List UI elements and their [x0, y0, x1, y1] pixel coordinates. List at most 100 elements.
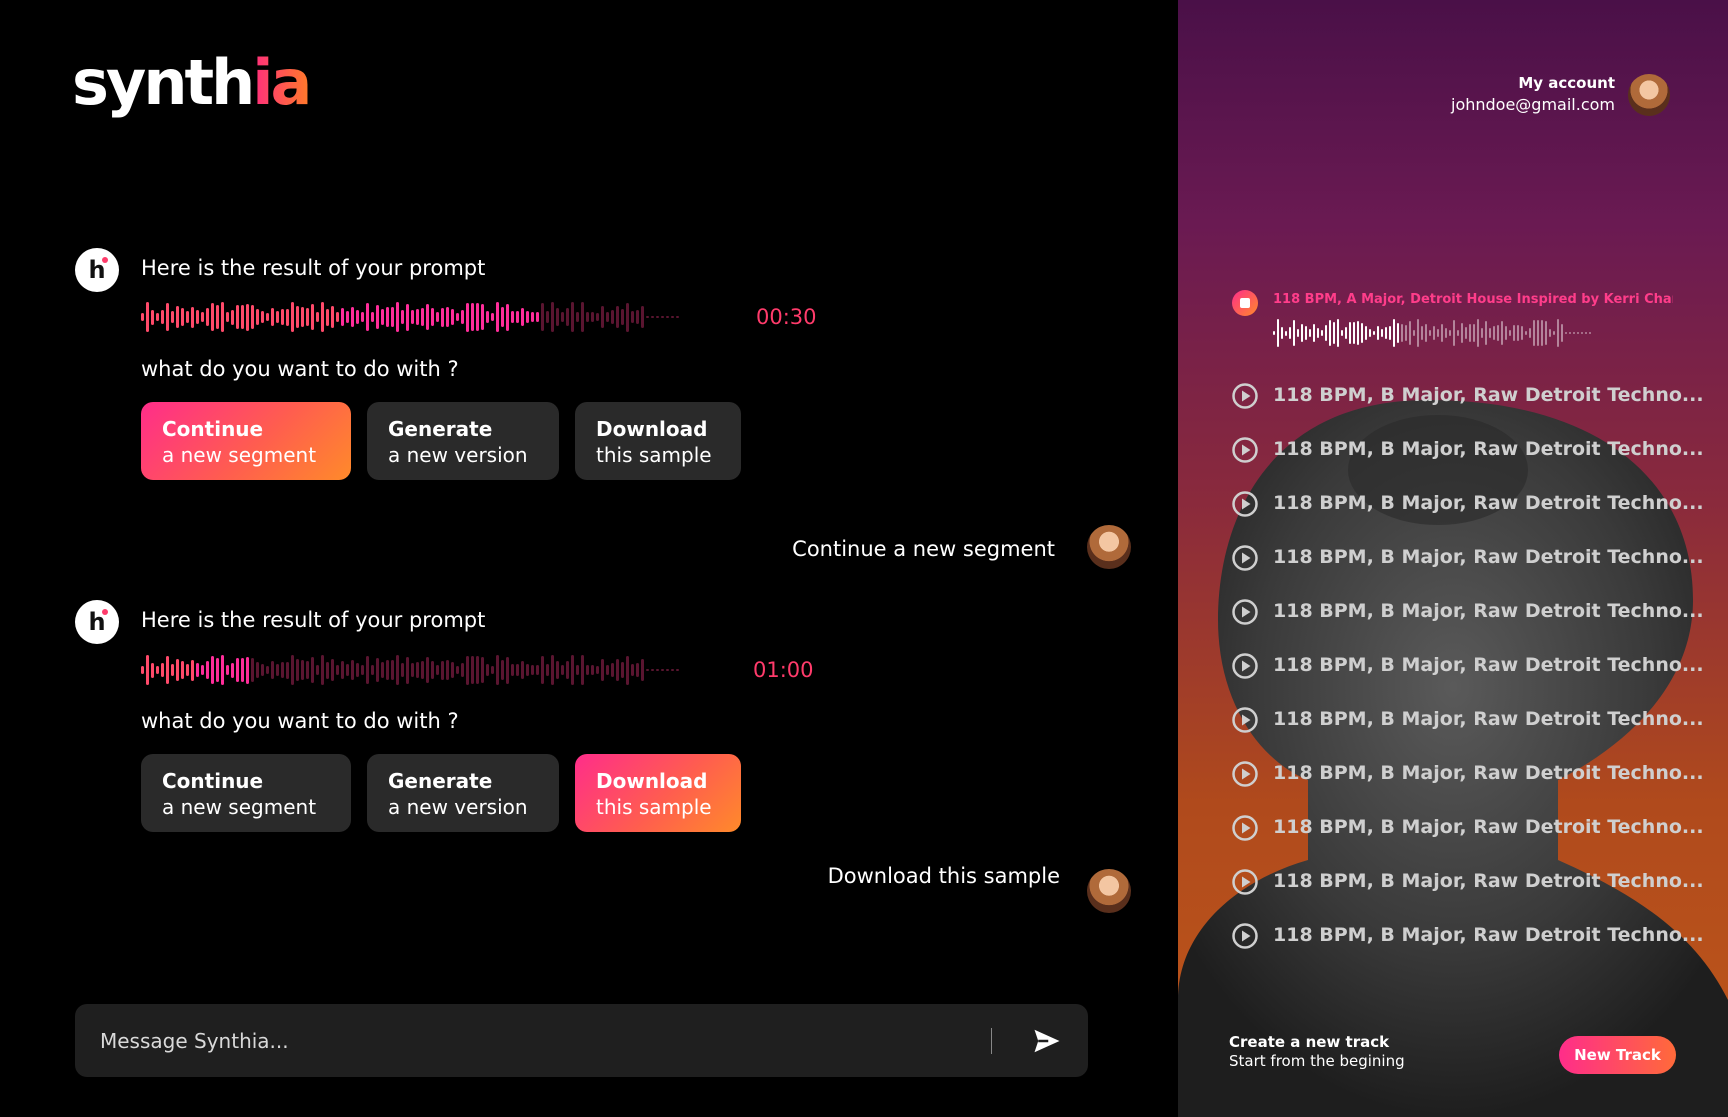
account-avatar[interactable] — [1628, 74, 1670, 116]
waveform-bar — [426, 304, 429, 330]
play-icon[interactable] — [1232, 761, 1258, 787]
track-item[interactable]: 118 BPM, B Major, Raw Detroit Techno... — [1232, 652, 1704, 680]
waveform-bar — [1293, 319, 1295, 347]
waveform-bar — [451, 308, 454, 326]
send-icon[interactable] — [1032, 1026, 1062, 1056]
waveform-bar — [366, 302, 369, 332]
waveform-bar — [541, 656, 544, 684]
track-name: 118 BPM, B Major, Raw Detroit Techno... — [1273, 870, 1704, 892]
audio-waveform[interactable] — [141, 654, 679, 686]
play-icon[interactable] — [1232, 383, 1258, 409]
track-item[interactable]: 118 BPM, B Major, Raw Detroit Techno... — [1232, 436, 1704, 464]
waveform-bar — [416, 308, 419, 326]
waveform-bar — [616, 658, 619, 682]
waveform-bar — [381, 309, 384, 325]
waveform-bar — [216, 304, 219, 330]
waveform-bar — [556, 308, 559, 326]
generate-version-button[interactable]: Generate a new version — [367, 754, 559, 832]
waveform-bar — [441, 660, 444, 680]
waveform-bar — [376, 658, 379, 682]
waveform-bar — [1305, 325, 1307, 341]
waveform-bar — [256, 661, 259, 679]
now-playing-waveform[interactable] — [1273, 318, 1591, 348]
track-item[interactable]: 118 BPM, B Major, Raw Detroit Techno... — [1232, 544, 1704, 572]
track-item[interactable]: 118 BPM, B Major, Raw Detroit Techno... — [1232, 868, 1704, 896]
chat-panel: synthia h Here is the result of your pro… — [0, 0, 1178, 1117]
waveform-bar — [501, 306, 504, 328]
play-icon[interactable] — [1232, 869, 1258, 895]
track-item[interactable]: 118 BPM, B Major, Raw Detroit Techno... — [1232, 706, 1704, 734]
track-item[interactable]: 118 BPM, B Major, Raw Detroit Techno... — [1232, 598, 1704, 626]
stop-icon[interactable] — [1232, 290, 1258, 316]
audio-waveform[interactable] — [141, 301, 679, 333]
waveform-bar — [351, 659, 354, 681]
waveform-bar — [486, 664, 489, 676]
waveform-bar — [196, 310, 199, 324]
track-name: 118 BPM, B Major, Raw Detroit Techno... — [1273, 816, 1704, 838]
waveform-bar — [591, 664, 594, 676]
waveform-bar — [631, 311, 634, 323]
download-sample-button[interactable]: Download this sample — [575, 754, 741, 832]
create-track-subtitle: Start from the begining — [1229, 1052, 1405, 1070]
track-item[interactable]: 118 BPM, B Major, Raw Detroit Techno... — [1232, 922, 1704, 950]
generate-version-button[interactable]: Generate a new version — [367, 402, 559, 480]
track-name: 118 BPM, B Major, Raw Detroit Techno... — [1273, 762, 1704, 784]
waveform-bar — [301, 659, 304, 681]
waveform-bar — [1357, 320, 1359, 346]
account-title[interactable]: My account — [1518, 74, 1615, 92]
waveform-bar — [1545, 320, 1547, 346]
waveform-bar — [1517, 324, 1519, 342]
play-icon[interactable] — [1232, 491, 1258, 517]
waveform-bar — [211, 302, 214, 332]
waveform-bar — [1433, 325, 1435, 341]
play-icon[interactable] — [1232, 923, 1258, 949]
create-track-title: Create a new track — [1229, 1033, 1390, 1051]
play-icon[interactable] — [1232, 599, 1258, 625]
waveform-bar — [276, 664, 279, 676]
continue-segment-button[interactable]: Continue a new segment — [141, 754, 351, 832]
download-sample-button[interactable]: Download this sample — [575, 402, 741, 480]
new-track-button[interactable]: New Track — [1559, 1036, 1676, 1074]
waveform-bar — [331, 306, 334, 328]
waveform-bar — [546, 310, 549, 324]
track-item[interactable]: 118 BPM, B Major, Raw Detroit Techno... — [1232, 760, 1704, 788]
play-icon[interactable] — [1232, 437, 1258, 463]
waveform-bar — [1573, 332, 1575, 334]
track-item[interactable]: 118 BPM, B Major, Raw Detroit Techno... — [1232, 490, 1704, 518]
waveform-bar — [336, 664, 339, 676]
waveform-bar — [1465, 327, 1467, 339]
waveform-bar — [561, 664, 564, 676]
waveform-bar — [1521, 326, 1523, 340]
waveform-bar — [1337, 319, 1339, 347]
waveform-bar — [1321, 330, 1323, 336]
waveform-bar — [551, 302, 554, 332]
track-name: 118 BPM, B Major, Raw Detroit Techno... — [1273, 924, 1704, 946]
waveform-bar — [401, 310, 404, 324]
waveform-bar — [1585, 332, 1587, 334]
waveform-bar — [1385, 326, 1387, 340]
play-icon[interactable] — [1232, 815, 1258, 841]
waveform-bar — [316, 664, 319, 676]
audio-duration: 01:00 — [753, 658, 814, 682]
waveform-bar — [256, 308, 259, 326]
waveform-bar — [531, 664, 534, 676]
waveform-bar — [501, 659, 504, 681]
waveform-bar — [1373, 331, 1375, 335]
message-input[interactable] — [100, 1004, 1000, 1077]
play-icon[interactable] — [1232, 545, 1258, 571]
continue-segment-button[interactable]: Continue a new segment — [141, 402, 351, 480]
track-item[interactable]: 118 BPM, B Major, Raw Detroit Techno... — [1232, 382, 1704, 410]
play-icon[interactable] — [1232, 653, 1258, 679]
waveform-bar — [386, 307, 389, 327]
waveform-bar — [421, 307, 424, 327]
now-playing-title[interactable]: 118 BPM, A Major, Detroit House Inspired… — [1273, 292, 1673, 307]
waveform-bar — [1289, 327, 1291, 339]
track-item[interactable]: 118 BPM, B Major, Raw Detroit Techno... — [1232, 814, 1704, 842]
waveform-bar — [161, 309, 164, 325]
option-sublabel: a new segment — [162, 795, 317, 819]
waveform-bar — [456, 312, 459, 322]
waveform-bar — [1501, 321, 1503, 345]
waveform-bar — [241, 657, 244, 683]
waveform-bar — [191, 659, 194, 681]
play-icon[interactable] — [1232, 707, 1258, 733]
